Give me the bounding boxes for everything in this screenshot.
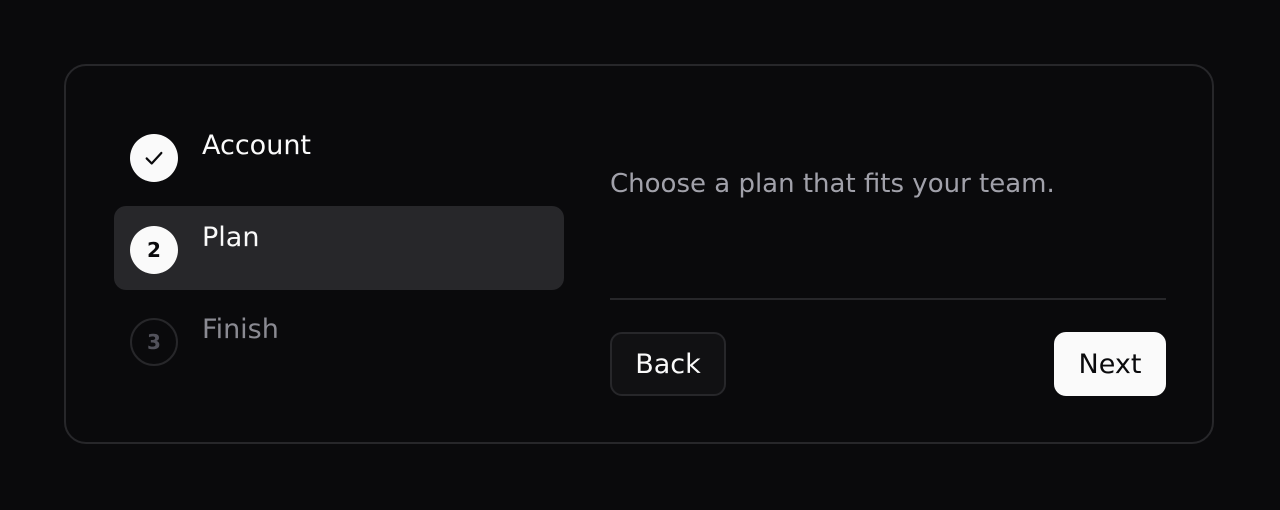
next-button[interactable]: Next	[1054, 332, 1166, 396]
check-icon	[143, 147, 165, 169]
stepper: Account 2 Plan 3 Finish	[114, 114, 564, 390]
divider	[610, 298, 1166, 300]
step-plan-label: Plan	[202, 222, 260, 253]
step-plan[interactable]: 2 Plan	[114, 206, 564, 290]
step-description: Choose a plan that fits your team.	[610, 169, 1055, 199]
step-finish-number: 3	[130, 318, 178, 366]
back-button[interactable]: Back	[610, 332, 726, 396]
step-content: Choose a plan that fits your team.	[610, 162, 1166, 206]
step-finish-label: Finish	[202, 314, 279, 345]
step-account-indicator	[130, 134, 178, 182]
step-account-label: Account	[202, 130, 312, 161]
step-account[interactable]: Account	[114, 114, 564, 198]
step-finish[interactable]: 3 Finish	[114, 298, 564, 382]
wizard-card: Account 2 Plan 3 Finish Choose a plan th…	[64, 64, 1214, 444]
step-plan-number: 2	[130, 226, 178, 274]
